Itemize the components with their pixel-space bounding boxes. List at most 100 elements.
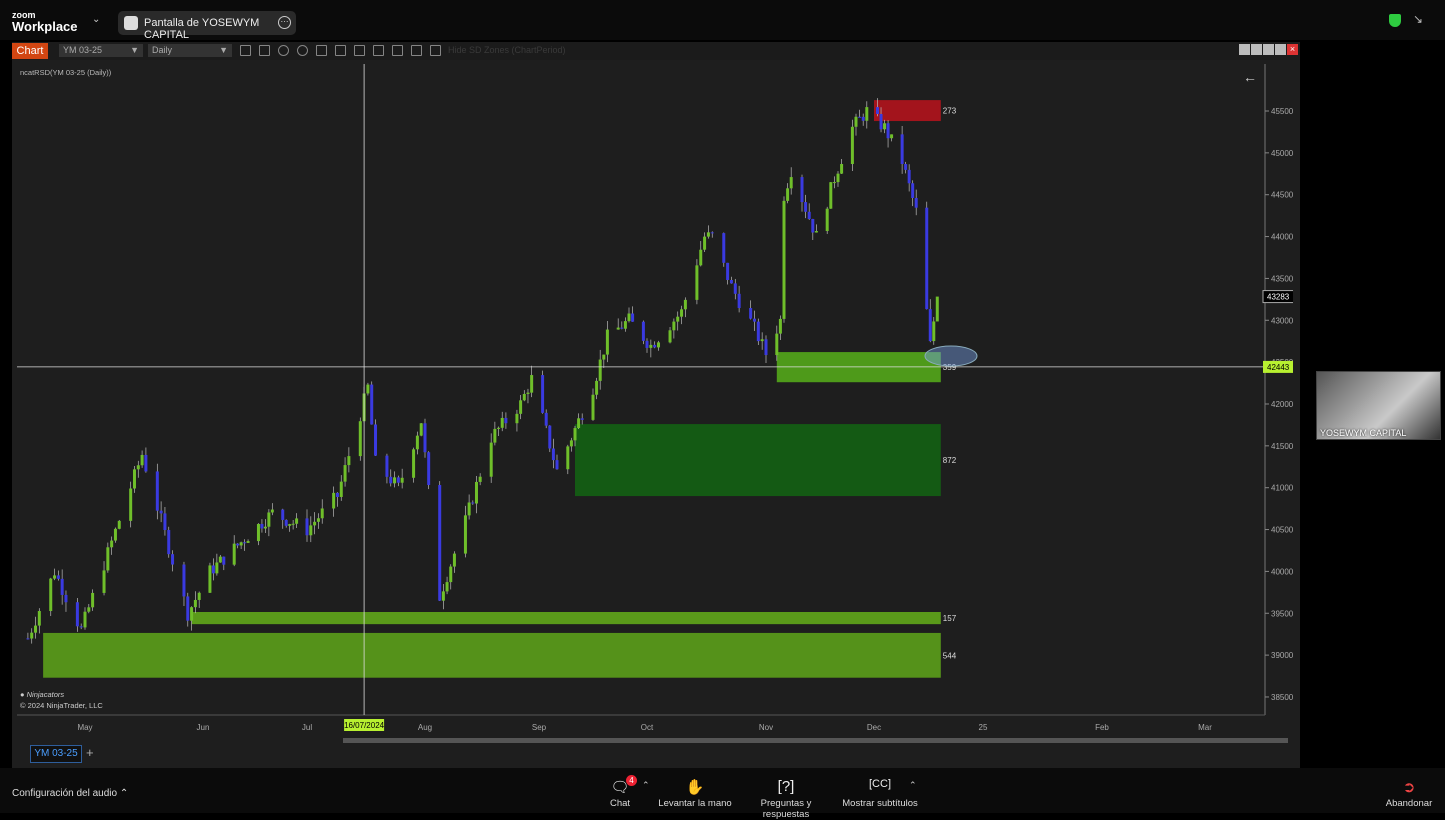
- tab-ym-03-25[interactable]: YM 03-25: [30, 745, 82, 763]
- price-chart[interactable]: 4550045000445004400043500430004250042000…: [17, 64, 1293, 760]
- candle-body: [602, 354, 606, 360]
- crosshair-icon[interactable]: [316, 45, 327, 56]
- share-indicator[interactable]: Pantalla de YOSEWYM CAPITAL ···: [118, 11, 296, 41]
- candle-body: [573, 428, 577, 441]
- candle-body: [182, 564, 186, 597]
- candle-body: [343, 465, 347, 482]
- more-icon[interactable]: ···: [278, 16, 291, 29]
- instrument-select[interactable]: YM 03-25 ▼: [59, 44, 143, 57]
- window-controls: ×: [1239, 44, 1298, 55]
- qa-label: Preguntas y respuestas: [760, 798, 812, 820]
- candle-body: [858, 116, 862, 118]
- candle-body: [144, 454, 148, 472]
- draw-pencil-icon[interactable]: [259, 45, 270, 56]
- candle-body: [504, 417, 508, 424]
- chat-options-icon[interactable]: ⌃: [642, 780, 650, 791]
- zone-label: 157: [943, 614, 957, 623]
- properties-icon[interactable]: [335, 45, 346, 56]
- chevron-down-icon[interactable]: ⌄: [92, 14, 100, 25]
- candle-body: [34, 625, 38, 633]
- candle-body: [555, 460, 559, 470]
- candle-body: [474, 481, 478, 504]
- y-tick-label: 42000: [1271, 400, 1293, 409]
- supply-demand-zone: [43, 632, 941, 678]
- bars-icon[interactable]: [240, 45, 251, 56]
- templates-icon[interactable]: [354, 45, 365, 56]
- ninjatrader-chart-window: Chart YM 03-25 ▼ Daily ▼ Hide SD Zones (Ch…: [12, 42, 1300, 768]
- shield-icon[interactable]: [1389, 14, 1401, 27]
- candle-body: [284, 519, 288, 526]
- chart-menu-button[interactable]: Chart: [12, 43, 48, 59]
- tile-icon[interactable]: [1239, 44, 1250, 55]
- qa-button[interactable]: [?] Preguntas y respuestas: [738, 778, 834, 820]
- horizontal-scrollbar[interactable]: [343, 738, 1288, 743]
- candle-body: [914, 197, 918, 208]
- candle-body: [441, 591, 445, 601]
- candle-body: [197, 592, 201, 600]
- x-tick-label: Mar: [1198, 723, 1212, 732]
- candle-body: [620, 327, 624, 329]
- back-arrow-icon[interactable]: ←: [1243, 69, 1257, 85]
- candle-body: [163, 513, 167, 531]
- candle-body: [190, 607, 194, 621]
- maximize-window-icon[interactable]: [1275, 44, 1286, 55]
- add-tab-icon[interactable]: +: [86, 745, 94, 760]
- candle-body: [811, 218, 815, 233]
- candle-body: [136, 465, 140, 470]
- y-tick-label: 44000: [1271, 233, 1293, 242]
- leave-label: Abandonar: [1385, 798, 1433, 809]
- candle-body: [800, 177, 804, 203]
- leave-button[interactable]: ➲ Abandonar: [1383, 778, 1435, 809]
- candle-body: [928, 309, 932, 342]
- candle-body: [749, 308, 753, 319]
- candle-body: [385, 455, 389, 477]
- close-icon[interactable]: ×: [1287, 44, 1298, 55]
- captions-options-icon[interactable]: ⌃: [909, 780, 917, 791]
- candle-body: [167, 530, 171, 555]
- share-title: Pantalla de YOSEWYM CAPITAL: [144, 17, 260, 41]
- strategies-icon[interactable]: [373, 45, 384, 56]
- period-select[interactable]: Daily ▼: [148, 44, 232, 57]
- zoom-out-icon[interactable]: [297, 45, 308, 56]
- candle-body: [393, 477, 397, 484]
- candle-body: [577, 418, 581, 429]
- tile2-icon[interactable]: [1251, 44, 1262, 55]
- candle-body: [672, 321, 676, 331]
- hide-zones-button[interactable]: Hide SD Zones (ChartPeriod): [448, 45, 566, 55]
- chart-toolbar: Chart YM 03-25 ▼ Daily ▼ Hide SD Zones (Ch…: [12, 42, 1300, 60]
- data-box-icon[interactable]: [411, 45, 422, 56]
- candle-body: [676, 316, 680, 322]
- candle-body: [729, 280, 733, 284]
- candle-body: [412, 449, 416, 478]
- indicators-icon[interactable]: [392, 45, 403, 56]
- participant-video[interactable]: YOSEWYM CAPITAL: [1316, 371, 1441, 440]
- list-icon[interactable]: [430, 45, 441, 56]
- minimize-window-icon[interactable]: [1263, 44, 1274, 55]
- zoom-in-icon[interactable]: [278, 45, 289, 56]
- candle-body: [591, 394, 595, 420]
- candle-body: [814, 231, 818, 233]
- captions-button[interactable]: [CC] Mostrar subtítulos: [840, 778, 920, 809]
- candle-body: [500, 417, 504, 428]
- zone-label: 273: [943, 107, 957, 116]
- candle-body: [598, 359, 602, 381]
- candle-body: [825, 208, 829, 232]
- candle-body: [347, 456, 351, 466]
- candle-body: [281, 509, 285, 520]
- candle-body: [861, 116, 865, 121]
- x-tick-label: Sep: [532, 723, 547, 732]
- candle-body: [400, 477, 404, 483]
- candle-body: [232, 543, 236, 565]
- candle-body: [75, 602, 79, 627]
- candle-body: [907, 169, 911, 184]
- audio-settings-button[interactable]: Configuración del audio ⌃: [12, 788, 128, 799]
- candle-body: [876, 107, 880, 114]
- copyright-label: © 2024 NinjaTrader, LLC: [20, 701, 103, 710]
- cc-icon: [CC]: [869, 778, 891, 790]
- minimize-icon[interactable]: ↘: [1413, 12, 1423, 26]
- candle-body: [935, 296, 939, 322]
- raise-hand-button[interactable]: ✋ Levantar la mano: [656, 778, 734, 809]
- candle-body: [786, 188, 790, 201]
- candle-body: [653, 344, 657, 348]
- candle-body: [645, 340, 649, 348]
